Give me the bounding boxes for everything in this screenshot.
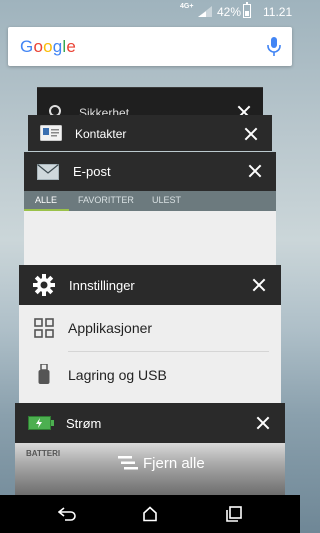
- grid-icon: [34, 318, 54, 338]
- tab-ulest[interactable]: ULEST: [152, 195, 181, 205]
- battery-icon: [243, 2, 251, 18]
- clear-all-icon: [118, 456, 138, 470]
- status-bar: 4G+ 42% 11.21: [0, 0, 300, 24]
- back-icon[interactable]: [58, 507, 76, 521]
- navigation-bar: [0, 495, 300, 533]
- active-tab-indicator: [24, 209, 69, 211]
- settings-list: Applikasjoner Lagring og USB: [19, 305, 281, 405]
- clear-all-button[interactable]: Fjern alle: [115, 452, 205, 476]
- recents-icon[interactable]: [226, 506, 242, 522]
- close-icon[interactable]: [244, 127, 258, 141]
- battery-percent: 42%: [217, 5, 242, 19]
- clock: 11.21: [263, 5, 293, 19]
- battery-subheading: BATTERI: [26, 449, 61, 458]
- battery-charging-icon: [28, 416, 54, 430]
- email-tabs: ALLE FAVORITTER ULEST: [24, 191, 276, 211]
- card-header: E-post: [24, 152, 276, 191]
- card-header: Strøm: [15, 403, 285, 443]
- clear-all-label: Fjern alle: [143, 455, 205, 472]
- usb-icon: [38, 364, 50, 384]
- contacts-icon: [40, 125, 62, 141]
- card-title: Kontakter: [75, 127, 127, 141]
- mic-icon[interactable]: [264, 36, 284, 58]
- list-item[interactable]: Lagring og USB: [19, 352, 281, 398]
- card-header: Innstillinger: [19, 265, 281, 305]
- close-icon[interactable]: [252, 278, 266, 292]
- google-search-bar[interactable]: Google: [8, 27, 292, 66]
- network-type: 4G+: [180, 3, 194, 10]
- card-sikkerhet[interactable]: Sikkerhet: [37, 87, 263, 120]
- home-icon[interactable]: [142, 506, 158, 522]
- card-kontakter[interactable]: Kontakter: [28, 115, 272, 151]
- card-title: Strøm: [66, 416, 102, 431]
- tab-alle[interactable]: ALLE: [35, 195, 57, 205]
- list-item-label: Lagring og USB: [68, 367, 167, 383]
- close-icon[interactable]: [248, 164, 262, 178]
- email-body: [24, 211, 276, 267]
- signal-icon: [198, 6, 212, 17]
- card-title: E-post: [73, 164, 111, 179]
- card-title: Innstillinger: [69, 278, 135, 293]
- card-innstillinger[interactable]: Innstillinger Applikasjoner Lagring og U…: [19, 265, 281, 405]
- google-logo: Google: [20, 37, 77, 56]
- list-item[interactable]: Applikasjoner: [19, 305, 281, 351]
- tab-favoritter[interactable]: FAVORITTER: [78, 195, 134, 205]
- list-item-label: Applikasjoner: [68, 320, 153, 336]
- close-icon[interactable]: [256, 416, 270, 430]
- gear-icon: [33, 274, 55, 296]
- envelope-icon: [37, 164, 59, 180]
